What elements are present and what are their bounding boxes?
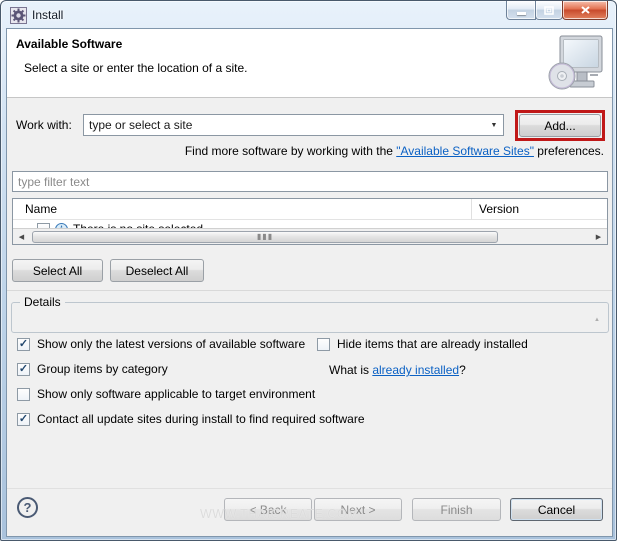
checkbox[interactable]: ✓: [17, 362, 30, 376]
close-button[interactable]: [562, 1, 608, 20]
already-installed-link[interactable]: already installed: [372, 363, 459, 377]
column-divider[interactable]: [471, 199, 472, 220]
find-more-hint: Find more software by working with the "…: [185, 144, 604, 158]
minimize-icon: [516, 11, 526, 15]
option-group-by-category[interactable]: ✓ Group items by category: [17, 362, 168, 376]
scroll-left-icon[interactable]: ◀: [13, 229, 30, 245]
checkbox[interactable]: [17, 387, 30, 401]
wizard-header: Available Software Select a site or ente…: [7, 29, 612, 98]
cancel-button[interactable]: Cancel: [510, 498, 603, 521]
back-button: < Back: [224, 498, 312, 521]
column-header-name[interactable]: Name: [25, 202, 57, 216]
checkbox[interactable]: [317, 337, 330, 351]
finish-button: Finish: [412, 498, 501, 521]
separator: [7, 290, 612, 291]
work-with-label: Work with:: [16, 118, 72, 132]
maximize-button[interactable]: [535, 1, 563, 20]
software-table: Name Version i There is no site selected…: [12, 198, 608, 245]
checkbox[interactable]: ✓: [17, 412, 30, 426]
available-software-sites-link[interactable]: "Available Software Sites": [396, 144, 534, 158]
scrollbar-grip: ▮▮▮: [256, 232, 274, 241]
annotation-highlight: Add...: [515, 110, 605, 141]
select-all-button[interactable]: Select All: [12, 259, 103, 282]
install-dialog-window: Install Available Software Select a site…: [0, 0, 617, 541]
separator: [7, 488, 612, 489]
checkbox[interactable]: ✓: [17, 337, 30, 351]
whatis-prefix: What is: [329, 363, 373, 377]
combo-value: type or select a site: [89, 118, 193, 132]
hint-suffix: preferences.: [533, 144, 604, 158]
titlebar[interactable]: Install: [1, 1, 616, 29]
deselect-all-button[interactable]: Deselect All: [110, 259, 204, 282]
scrollbar-thumb[interactable]: ▮▮▮: [32, 231, 498, 243]
add-button[interactable]: Add...: [519, 114, 601, 137]
option-hide-installed[interactable]: Hide items that are already installed: [317, 337, 528, 351]
details-group-label: Details: [20, 295, 65, 309]
filter-input[interactable]: [12, 171, 608, 192]
option-latest-versions[interactable]: ✓ Show only the latest versions of avail…: [17, 337, 305, 351]
next-button: Next >: [314, 498, 402, 521]
help-icon: ?: [23, 500, 32, 515]
option-label: Group items by category: [37, 362, 168, 376]
option-label: Hide items that are already installed: [337, 337, 528, 351]
gear-icon: [10, 6, 27, 24]
table-header[interactable]: Name Version: [13, 199, 607, 220]
horizontal-scrollbar[interactable]: ◀ ▮▮▮ ▶: [13, 228, 607, 244]
page-subtitle: Select a site or enter the location of a…: [24, 61, 248, 75]
restore-icon: [544, 5, 554, 15]
what-is-installed-text: What is already installed?: [329, 363, 466, 377]
details-group: ▲: [11, 302, 609, 333]
work-with-combobox[interactable]: type or select a site ▼: [83, 114, 504, 136]
dialog-body: Available Software Select a site or ente…: [6, 28, 613, 537]
hint-prefix: Find more software by working with the: [184, 144, 397, 158]
option-label: Show only the latest versions of availab…: [37, 337, 306, 351]
chevron-down-icon[interactable]: ▼: [485, 122, 503, 129]
minimize-button[interactable]: [506, 1, 536, 20]
scroll-right-icon[interactable]: ▶: [590, 229, 607, 245]
option-label: Contact all update sites during install …: [37, 412, 365, 426]
option-label: Show only software applicable to target …: [37, 387, 316, 401]
option-contact-update-sites[interactable]: ✓ Contact all update sites during instal…: [17, 412, 365, 426]
monitor-cd-icon: [548, 35, 603, 90]
help-button[interactable]: ?: [17, 497, 38, 518]
close-icon: [580, 6, 590, 14]
whatis-suffix: ?: [459, 363, 466, 377]
window-title: Install: [32, 8, 64, 22]
column-header-version[interactable]: Version: [479, 202, 519, 216]
option-target-environment[interactable]: Show only software applicable to target …: [17, 387, 315, 401]
scroll-up-icon[interactable]: ▲: [594, 317, 600, 323]
page-title: Available Software: [16, 37, 123, 51]
